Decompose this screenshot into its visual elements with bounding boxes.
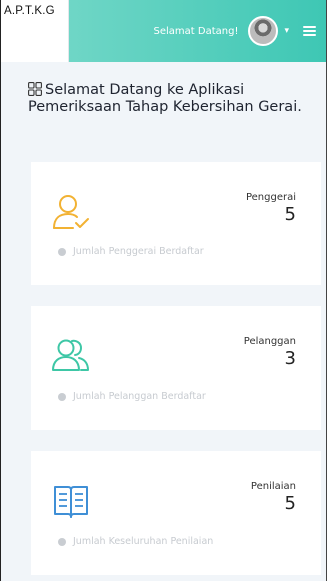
chevron-down-icon[interactable]: ▾ [284,26,289,36]
card-footer-text: Jumlah Penggerai Berdaftar [73,246,204,257]
info-icon [58,247,66,256]
stat-card-penggerai[interactable]: Penggerai 5 Jumlah Penggerai Berdaftar [31,162,321,285]
stat-card-penilaian[interactable]: Penilaian 5 Jumlah Keseluruhan Penilaian [31,451,321,575]
card-footer-text: Jumlah Keseluruhan Penilaian [73,536,214,547]
card-value: 3 [284,348,296,369]
dashboard-grid-icon [28,82,42,96]
card-footer-text: Jumlah Pelanggan Berdaftar [73,391,206,402]
app-frame: A.P.T.K.G Selamat Datang! ▾ Selamat Data… [0,0,327,581]
card-footer: Jumlah Penggerai Berdaftar [58,246,204,257]
stat-card-pelanggan[interactable]: Pelanggan 3 Jumlah Pelanggan Berdaftar [31,306,321,430]
topbar: Selamat Datang! ▾ [69,0,326,62]
users-icon [52,339,89,371]
info-icon [58,392,66,401]
card-value: 5 [284,493,296,514]
menu-icon[interactable] [303,26,316,36]
page-heading: Selamat Datang ke Aplikasi Pemeriksaan T… [28,82,302,115]
info-icon [58,537,66,546]
header: A.P.T.K.G Selamat Datang! ▾ [1,0,326,62]
card-value: 5 [284,204,296,225]
book-open-icon [54,486,88,518]
card-footer: Jumlah Pelanggan Berdaftar [58,391,206,402]
card-label: Pelanggan [243,336,296,347]
user-check-icon [53,195,89,229]
card-label: Penilaian [250,481,296,492]
page-title: Selamat Datang ke Aplikasi Pemeriksaan T… [28,82,308,116]
brand-name: A.P.T.K.G [4,5,55,17]
brand-logo[interactable]: A.P.T.K.G [1,0,69,62]
user-avatar[interactable] [248,16,279,46]
card-footer: Jumlah Keseluruhan Penilaian [58,536,213,547]
card-label: Penggerai [245,192,296,203]
greeting-text: Selamat Datang! [153,25,239,37]
